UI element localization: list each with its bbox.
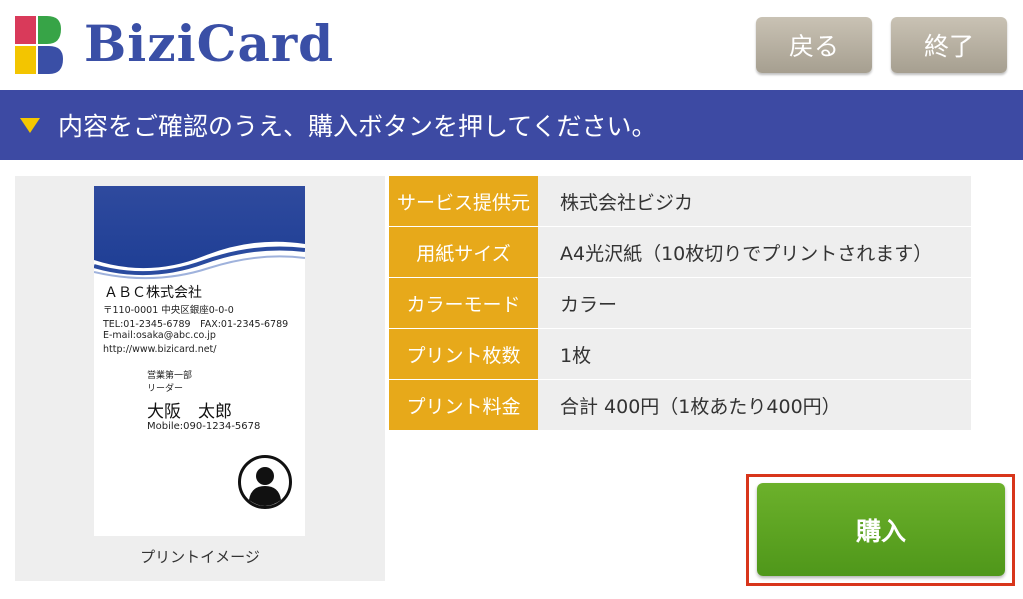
card-person-name: 大阪 太郎 <box>147 402 232 422</box>
table-row: プリント料金 合計 400円（1枚あたり400円） <box>389 379 971 431</box>
bizicard-logo-icon <box>15 16 63 74</box>
row-label: サービス提供元 <box>389 176 538 227</box>
row-label: プリント料金 <box>389 379 538 431</box>
table-row: サービス提供元 株式会社ビジカ <box>389 176 971 227</box>
table-row: 用紙サイズ A4光沢紙（10枚切りでプリントされます） <box>389 226 971 278</box>
purchase-button[interactable]: 購入 <box>757 483 1005 576</box>
row-value: 合計 400円（1枚あたり400円） <box>538 379 971 431</box>
card-tel-fax: TEL:01-2345-6789 FAX:01-2345-6789 <box>103 319 289 330</box>
end-button[interactable]: 終了 <box>891 17 1007 73</box>
avatar-icon <box>238 455 292 509</box>
row-label: カラーモード <box>389 277 538 329</box>
table-row: プリント枚数 1枚 <box>389 328 971 380</box>
card-email: E-mail:osaka@abc.co.jp <box>103 330 216 341</box>
table-row: カラーモード カラー <box>389 277 971 329</box>
triangle-down-icon <box>20 117 40 133</box>
row-value: カラー <box>538 277 971 329</box>
back-button[interactable]: 戻る <box>756 17 872 73</box>
card-department: 営業第一部 <box>147 371 193 381</box>
app-header: BiziCard 戻る 終了 <box>0 0 1023 90</box>
card-website: http://www.bizicard.net/ <box>103 344 217 355</box>
order-details-table: サービス提供元 株式会社ビジカ 用紙サイズ A4光沢紙（10枚切りでプリントされ… <box>389 176 971 431</box>
instruction-text: 内容をご確認のうえ、購入ボタンを押してください。 <box>58 112 657 141</box>
preview-caption: プリントイメージ <box>140 548 260 566</box>
row-value: 1枚 <box>538 328 971 380</box>
row-value: 株式会社ビジカ <box>538 176 971 227</box>
row-value: A4光沢紙（10枚切りでプリントされます） <box>538 226 971 278</box>
business-card-preview: ＡＢＣ株式会社 〒110-0001 中央区銀座0-0-0 TEL:01-2345… <box>94 186 305 536</box>
card-address: 〒110-0001 中央区銀座0-0-0 <box>103 305 234 316</box>
row-label: プリント枚数 <box>389 328 538 380</box>
card-company-name: ＡＢＣ株式会社 <box>104 285 202 301</box>
card-header-wave <box>94 186 305 280</box>
instruction-banner: 内容をご確認のうえ、購入ボタンを押してください。 <box>0 90 1023 160</box>
row-label: 用紙サイズ <box>389 226 538 278</box>
print-preview-panel: ＡＢＣ株式会社 〒110-0001 中央区銀座0-0-0 TEL:01-2345… <box>15 176 385 581</box>
card-mobile: Mobile:090-1234-5678 <box>147 421 261 432</box>
card-job-title: リーダー <box>147 384 184 394</box>
logo-text: BiziCard <box>84 14 335 73</box>
